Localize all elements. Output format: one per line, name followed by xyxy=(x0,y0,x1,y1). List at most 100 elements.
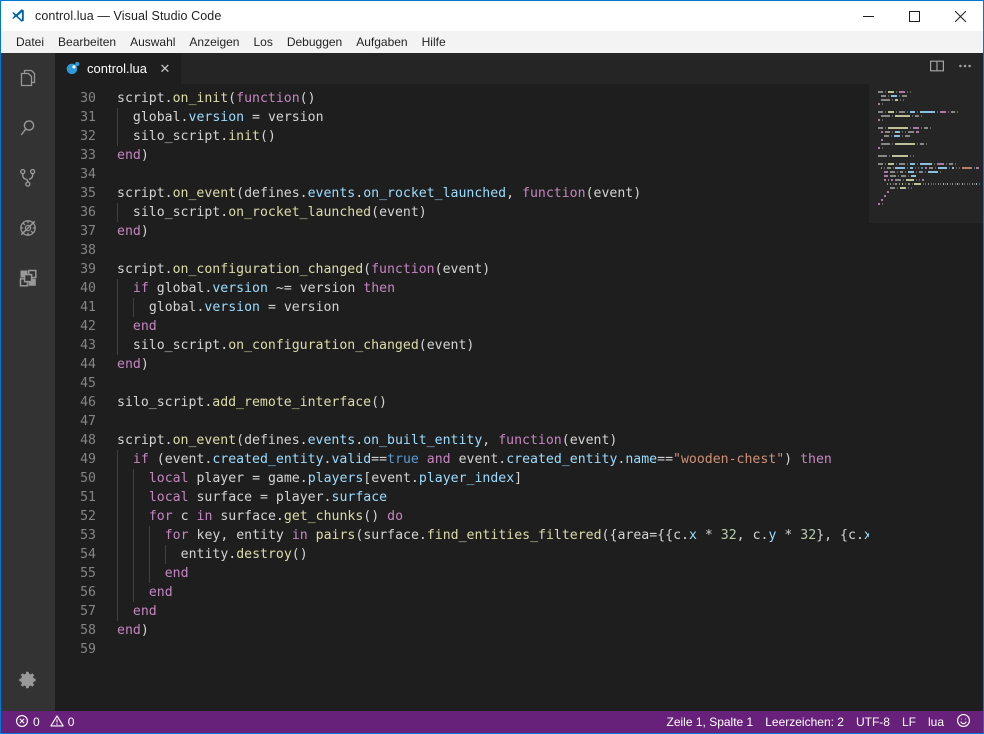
tab-close-icon[interactable]: ✕ xyxy=(157,61,173,77)
tab-control-lua[interactable]: control.lua ✕ xyxy=(55,53,182,84)
line-number: 31 xyxy=(55,108,117,127)
line-number: 58 xyxy=(55,621,117,640)
line-number: 39 xyxy=(55,260,117,279)
line-number: 48 xyxy=(55,431,117,450)
split-editor-button[interactable] xyxy=(923,55,951,83)
warning-count: 0 xyxy=(68,715,75,729)
sidebar-item-explorer[interactable] xyxy=(1,55,55,105)
code-line[interactable]: end) xyxy=(117,355,869,374)
menu-bearbeiten[interactable]: Bearbeiten xyxy=(51,32,123,52)
maximize-button[interactable] xyxy=(891,1,937,31)
code-line[interactable]: silo_script.init() xyxy=(117,127,869,146)
code-line[interactable] xyxy=(117,165,869,184)
code-line[interactable]: silo_script.add_remote_interface() xyxy=(117,393,869,412)
code-line[interactable]: silo_script.on_rocket_launched(event) xyxy=(117,203,869,222)
code-content[interactable]: script.on_init(function() global.version… xyxy=(117,84,869,711)
code-line[interactable]: script.on_init(function() xyxy=(117,89,869,108)
source-control-icon xyxy=(16,166,40,195)
more-actions-button[interactable] xyxy=(951,55,979,83)
status-language-mode[interactable]: lua xyxy=(922,711,950,733)
code-line[interactable]: end) xyxy=(117,146,869,165)
line-number: 42 xyxy=(55,317,117,336)
ellipsis-icon xyxy=(957,58,973,79)
activity-bar xyxy=(1,53,55,711)
line-number: 43 xyxy=(55,336,117,355)
sidebar-item-source-control[interactable] xyxy=(1,155,55,205)
error-icon xyxy=(15,714,29,731)
line-number: 52 xyxy=(55,507,117,526)
code-line[interactable]: script.on_event(defines.events.on_rocket… xyxy=(117,184,869,203)
line-number: 55 xyxy=(55,564,117,583)
status-eol[interactable]: LF xyxy=(896,711,922,733)
code-line[interactable]: local surface = player.surface xyxy=(117,488,869,507)
code-line[interactable]: global.version = version xyxy=(117,298,869,317)
menu-datei[interactable]: Datei xyxy=(9,32,51,52)
line-number: 44 xyxy=(55,355,117,374)
line-number: 51 xyxy=(55,488,117,507)
line-number: 59 xyxy=(55,640,117,659)
sidebar-item-extensions[interactable] xyxy=(1,255,55,305)
sidebar-item-run-and-debug[interactable] xyxy=(1,205,55,255)
line-number: 33 xyxy=(55,146,117,165)
code-line[interactable]: end) xyxy=(117,222,869,241)
line-number: 56 xyxy=(55,583,117,602)
code-line[interactable] xyxy=(117,412,869,431)
menu-debuggen[interactable]: Debuggen xyxy=(280,32,349,52)
code-line[interactable]: script.on_configuration_changed(function… xyxy=(117,260,869,279)
code-line[interactable] xyxy=(117,374,869,393)
close-button[interactable] xyxy=(937,1,983,31)
window-controls xyxy=(845,1,983,31)
line-number: 30 xyxy=(55,89,117,108)
sidebar-item-search[interactable] xyxy=(1,105,55,155)
menu-hilfe[interactable]: Hilfe xyxy=(415,32,453,52)
menu-aufgaben[interactable]: Aufgaben xyxy=(349,32,414,52)
line-number: 37 xyxy=(55,222,117,241)
line-number: 36 xyxy=(55,203,117,222)
code-line[interactable] xyxy=(117,241,869,260)
menu-bar: Datei Bearbeiten Auswahl Anzeigen Los De… xyxy=(1,31,983,53)
title-bar: control.lua — Visual Studio Code xyxy=(1,1,983,31)
code-line[interactable]: entity.destroy() xyxy=(117,545,869,564)
error-count: 0 xyxy=(33,715,40,729)
gear-icon xyxy=(17,669,39,696)
menu-los[interactable]: Los xyxy=(246,32,279,52)
menu-auswahl[interactable]: Auswahl xyxy=(123,32,182,52)
code-line[interactable]: for c in surface.get_chunks() do xyxy=(117,507,869,526)
tab-label: control.lua xyxy=(87,61,147,76)
code-line[interactable]: global.version = version xyxy=(117,108,869,127)
minimize-button[interactable] xyxy=(845,1,891,31)
status-cursor-position[interactable]: Zeile 1, Spalte 1 xyxy=(661,711,760,733)
code-line[interactable]: if (event.created_entity.valid==true and… xyxy=(117,450,869,469)
line-number: 54 xyxy=(55,545,117,564)
warning-icon xyxy=(50,714,64,731)
editor-actions xyxy=(923,53,979,84)
status-problems[interactable]: 0 0 xyxy=(9,711,80,733)
editor-area: control.lua ✕ xyxy=(55,53,983,711)
code-line[interactable]: end) xyxy=(117,621,869,640)
code-line[interactable] xyxy=(117,640,869,659)
code-line[interactable]: silo_script.on_configuration_changed(eve… xyxy=(117,336,869,355)
status-indentation[interactable]: Leerzeichen: 2 xyxy=(759,711,850,733)
manage-settings-button[interactable] xyxy=(1,657,55,707)
code-line[interactable]: if global.version ~= version then xyxy=(117,279,869,298)
code-line[interactable]: end xyxy=(117,564,869,583)
code-line[interactable]: end xyxy=(117,317,869,336)
code-line[interactable]: end xyxy=(117,602,869,621)
files-icon xyxy=(16,66,40,95)
extensions-icon xyxy=(16,266,40,295)
status-bar: 0 0 Zeile 1, Spalte 1 Leerzeichen: 2 UTF… xyxy=(1,711,983,733)
editor-viewport[interactable]: 3031323334353637383940414243444546474849… xyxy=(55,84,983,711)
status-feedback[interactable] xyxy=(950,711,977,733)
line-number: 50 xyxy=(55,469,117,488)
minimap[interactable] xyxy=(869,84,983,711)
code-line[interactable]: end xyxy=(117,583,869,602)
status-encoding[interactable]: UTF-8 xyxy=(850,711,896,733)
code-line[interactable]: local player = game.players[event.player… xyxy=(117,469,869,488)
run-and-debug-icon xyxy=(16,216,40,245)
lua-file-icon xyxy=(65,61,80,76)
line-number: 49 xyxy=(55,450,117,469)
code-line[interactable]: script.on_event(defines.events.on_built_… xyxy=(117,431,869,450)
menu-anzeigen[interactable]: Anzeigen xyxy=(182,32,246,52)
minimap-slider[interactable] xyxy=(869,84,983,223)
code-line[interactable]: for key, entity in pairs(surface.find_en… xyxy=(117,526,869,545)
